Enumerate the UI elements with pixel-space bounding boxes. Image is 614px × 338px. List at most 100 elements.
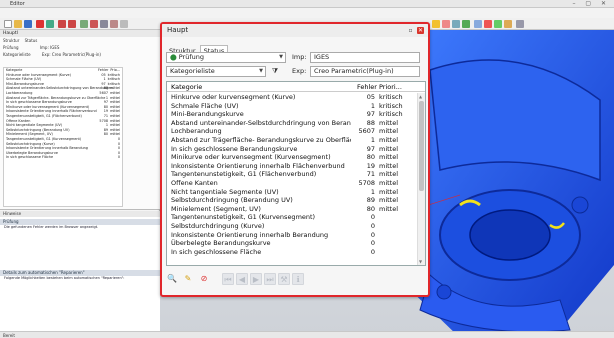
table-row[interactable]: Tangentenunstetigkeit, G1 (Kurvensegment… [167, 213, 417, 222]
vertical-scrollbar[interactable]: ▲ ▼ [417, 93, 425, 265]
help-panel-title: Hinweise [0, 211, 160, 217]
table-row[interactable]: Abstand untereinander-Selbstdurchdringun… [167, 119, 417, 128]
edit-icon[interactable]: ✎ [182, 273, 194, 285]
row-category: Inkonsistente Orientierung innerhalb Flä… [171, 161, 345, 170]
table-row[interactable]: Tangentenunstetigkeit, G1 (Flächenverbun… [167, 170, 417, 179]
delete-icon[interactable] [90, 20, 98, 28]
highlight-icon[interactable] [432, 20, 440, 28]
view-icon[interactable] [100, 20, 108, 28]
left-category-combo[interactable]: Kategorieliste [3, 52, 31, 57]
row-category: Abstand zur Trägerfläche- Berandungskurv… [171, 135, 351, 144]
menu-bar: Datei Bearbeiten Ansicht Prüfen Ändern E… [0, 8, 614, 25]
row-errors: 0 [370, 221, 375, 230]
error-table[interactable]: Kategorie Fehler Priori... Hinkurve oder… [166, 81, 426, 266]
select-icon[interactable] [80, 20, 88, 28]
analysis-icon[interactable] [462, 20, 470, 28]
import-icon[interactable] [36, 20, 44, 28]
left-tab-status[interactable]: Status [25, 38, 38, 43]
table-row[interactable]: Überbelegte Berandungskurve 0 [167, 239, 417, 248]
save-icon[interactable] [24, 20, 32, 28]
row-priority: kritisch [379, 93, 403, 101]
row-priority: mittel [379, 127, 399, 136]
left-check-row[interactable]: Prüfung Imp: IGES [0, 44, 160, 51]
table-row[interactable]: Hinkurve oder kurvensegment (Kurve) 05 kri… [167, 93, 417, 102]
chevron-down-icon: ▼ [279, 54, 283, 60]
list-item-category: Offene Kanten [6, 118, 31, 123]
grid-icon[interactable] [516, 20, 524, 28]
next-icon[interactable]: ▶ [250, 273, 262, 285]
row-category: Minikurve oder kurvensegment (Kurvensegm… [171, 153, 331, 162]
table-row[interactable]: Inkonsistente Orientierung innerhalb Flä… [167, 162, 417, 171]
layer-icon[interactable] [120, 20, 128, 28]
left-category-row[interactable]: Kategorieliste Exp: Creo Parametric(Plug… [0, 51, 160, 58]
status-panel-collapsed: Hauptl Struktur Status Prüfung Imp: IGES… [0, 30, 160, 210]
row-errors: 1 [370, 135, 375, 144]
category-combo[interactable]: Kategorieliste ▼ [166, 66, 266, 77]
list-item-category: Tangentenunstetigkeit, G1 (Flächenverbun… [6, 113, 82, 118]
table-row[interactable]: Nicht tangentiale Segmente (UV) 1 mittel [167, 188, 417, 197]
render-icon[interactable] [110, 20, 118, 28]
check-icon[interactable] [494, 20, 502, 28]
filter-icon[interactable]: ⧩ [270, 66, 280, 76]
scroll-up-icon[interactable]: ▲ [419, 94, 422, 99]
left-check-combo[interactable]: Prüfung [3, 45, 19, 50]
table-row[interactable]: Inkonsistente Orientierung innerhalb Ber… [167, 231, 417, 240]
list-item-category: Lochberandung [6, 90, 33, 95]
left-error-list[interactable]: Prio... Fehler Kategorie kritisch 05 Hinku… [3, 67, 123, 207]
table-row[interactable]: In sich geschlossene Fläche 0 [167, 248, 417, 257]
table-row[interactable]: Abstand zur Trägerfläche- Berandungskurv… [167, 136, 417, 145]
chevron-down-icon: ▼ [259, 68, 263, 74]
table-row[interactable]: Minielement (Segment, UV) 80 mittel [167, 205, 417, 214]
color-icon[interactable] [442, 20, 450, 28]
float-icon[interactable]: ▫ [407, 27, 414, 34]
stop-icon[interactable]: ⊘ [198, 273, 210, 285]
redo-icon[interactable] [68, 20, 76, 28]
list-item[interactable]: 0 In sich geschlossene Fläche [4, 155, 122, 160]
column-category[interactable]: Kategorie [171, 82, 351, 92]
list-item-category: Nicht tangentiale Segmente (UV) [6, 123, 63, 128]
open-folder-icon[interactable] [14, 20, 22, 28]
table-row[interactable]: In sich geschlossene Berandungskurve 97 mi… [167, 145, 417, 154]
table-row[interactable]: Selbstdurchdringung (Kurve) 0 [167, 222, 417, 231]
imp-field[interactable]: IGES [310, 52, 420, 63]
measure-icon[interactable] [452, 20, 460, 28]
search-icon[interactable]: 🔍 [166, 273, 178, 285]
scroll-down-icon[interactable]: ▼ [419, 259, 422, 264]
repair-icon[interactable]: ⚒ [278, 273, 290, 285]
column-errors[interactable]: Fehler [357, 82, 377, 92]
table-row[interactable]: Offene Kanten 5708 mittel [167, 179, 417, 188]
undo-icon[interactable] [58, 20, 66, 28]
check-status-dialog: Haupt ▫ ✕ Struktur Status ⬤ Prüfung ▼ Imp:… [160, 22, 430, 297]
left-tab-struktur[interactable]: Struktur [3, 38, 19, 43]
exp-field[interactable]: Creo Parametric(Plug-in) [310, 66, 420, 77]
close-icon[interactable]: ✕ [417, 27, 424, 34]
table-row[interactable]: Mini-Berandungskurve 97 kritisch [167, 110, 417, 119]
settings-icon[interactable] [504, 20, 512, 28]
new-file-icon[interactable] [4, 20, 12, 28]
info-icon[interactable]: ℹ [292, 273, 304, 285]
list-item-category: Hinkurve oder kurvensegment (Kurve) [6, 72, 71, 77]
filter-icon[interactable] [474, 20, 482, 28]
row-priority: mittel [379, 144, 399, 153]
row-category: Abstand untereinander-Selbstdurchdringun… [171, 118, 351, 127]
first-icon[interactable]: ⏮ [222, 273, 234, 285]
table-row[interactable]: Lochberandung 5607 mittel [167, 127, 417, 136]
window-controls[interactable]: – ▢ ✕ [572, 0, 610, 8]
table-row[interactable]: Selbstdurchdringung (Berandung UV) 89 mitt… [167, 196, 417, 205]
check-status-icon: ⬤ [170, 54, 177, 61]
export-icon[interactable] [46, 20, 54, 28]
table-row[interactable]: Minikurve oder kurvensegment (Kurvensegm… [167, 153, 417, 162]
prev-icon[interactable]: ◀ [236, 273, 248, 285]
last-icon[interactable]: ⏭ [264, 273, 276, 285]
check-combo[interactable]: ⬤ Prüfung ▼ [166, 52, 286, 63]
list-item-category: In sich geschlossene Berandungskurve [6, 100, 72, 105]
scroll-thumb[interactable] [419, 101, 424, 191]
row-priority: mittel [379, 161, 399, 170]
row-category: Schmale Fläche (UV) [171, 101, 239, 110]
error-icon[interactable] [484, 20, 492, 28]
list-item-category: Tangentenunstetigkeit, G1 (Kurvensegment… [6, 136, 82, 141]
row-category: In sich geschlossene Berandungskurve [171, 144, 298, 153]
table-row[interactable]: Schmale Fläche (UV) 1 kritisch [167, 102, 417, 111]
column-priority[interactable]: Priori... [379, 82, 402, 92]
list-item-errors: 0 [117, 155, 120, 160]
